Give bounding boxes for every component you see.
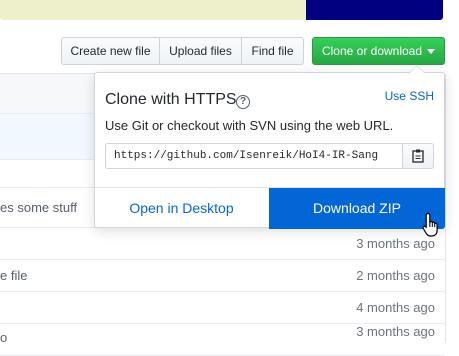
commit-message[interactable]: e file [0,268,27,283]
language-bar [0,0,443,20]
table-row[interactable]: 4 months ago [0,292,445,324]
popover-title: Clone with HTTPS [105,91,237,108]
use-ssh-link[interactable]: Use SSH [385,89,434,103]
table-row[interactable]: o 3 months ago [0,324,445,356]
clipboard-icon [412,149,424,163]
open-in-desktop-button[interactable]: Open in Desktop [95,188,268,229]
create-new-file-button[interactable]: Create new file [61,37,160,65]
hand-pointer-icon [422,212,438,237]
commit-age: 3 months ago [356,236,435,251]
question-circle-icon[interactable]: ? [236,95,250,109]
language-bar-segment [306,0,443,20]
popover-actions: Open in Desktop Download ZIP [95,187,445,229]
clone-url-input[interactable]: https://github.com/Isenreik/HoI4-IR-Sang [106,144,402,168]
popover-arrow [409,65,425,73]
clone-popover: Clone with HTTPS ? Use SSH Use Git or ch… [94,65,445,229]
clone-or-download-label: Clone or download [321,44,423,58]
copy-url-button[interactable] [402,144,433,168]
commit-age: 2 months ago [356,268,435,283]
commit-age: 3 months ago [356,324,435,339]
clone-description: Use Git or checkout with SVN using the w… [105,118,394,133]
triangle-down-icon [427,49,436,55]
language-bar-segment [0,0,306,20]
find-file-button[interactable]: Find file [241,37,304,65]
upload-files-button[interactable]: Upload files [159,37,242,65]
commit-message[interactable]: o [0,330,7,345]
commit-message[interactable]: es some stuff [0,200,77,215]
clone-or-download-button[interactable]: Clone or download [312,37,445,65]
table-row[interactable]: e file 2 months ago [0,260,445,292]
table-row[interactable]: 3 months ago [0,228,445,260]
commit-age: 4 months ago [356,300,435,315]
clone-url-field: https://github.com/Isenreik/HoI4-IR-Sang [105,143,434,169]
download-zip-button[interactable]: Download ZIP [269,188,445,229]
